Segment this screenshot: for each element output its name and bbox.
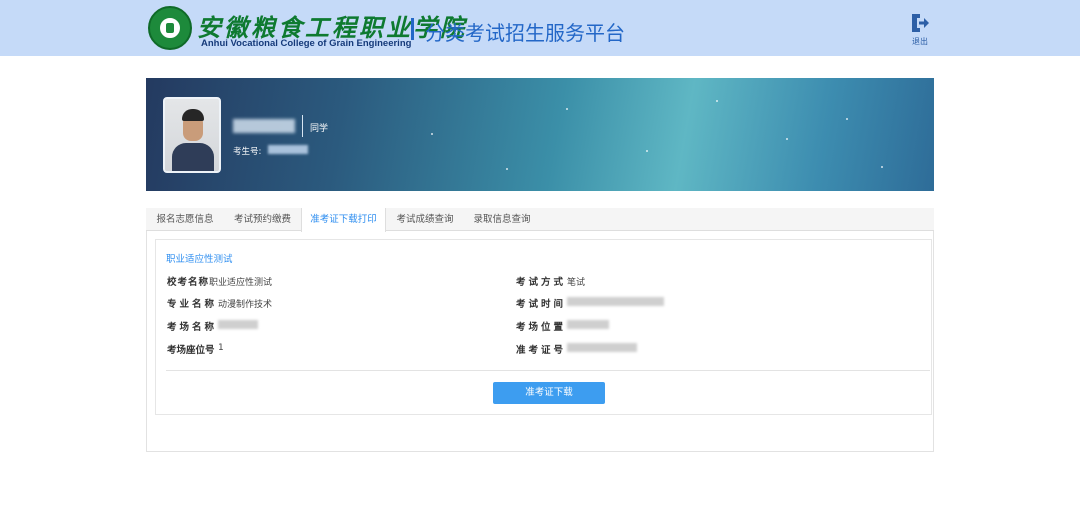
exam-room-redacted	[218, 320, 258, 329]
card-divider	[166, 370, 930, 371]
field-value: 1	[218, 343, 224, 353]
profile-banner	[146, 78, 934, 191]
tab-admission-ticket[interactable]: 准考证下载打印	[301, 208, 386, 232]
header-divider	[411, 18, 414, 40]
name-separator	[302, 115, 303, 137]
tab-registration-info[interactable]: 报名志愿信息	[150, 208, 220, 231]
exam-time-redacted	[567, 297, 664, 306]
field-label: 考场位置	[516, 322, 567, 333]
logout-label: 退出	[912, 37, 928, 46]
field-label: 考场座位号	[167, 345, 215, 356]
field-value: 笔试	[567, 278, 586, 288]
field-label: 专业名称	[167, 299, 218, 310]
ticket-number-redacted	[567, 343, 637, 352]
tab-score-query[interactable]: 考试成绩查询	[389, 208, 461, 231]
field-label: 考试时间	[516, 299, 567, 310]
field-value: 动漫制作技术	[218, 300, 273, 310]
field-value: 职业适应性测试	[209, 278, 273, 288]
student-photo	[163, 97, 221, 173]
section-title: 职业适应性测试	[166, 254, 233, 265]
tab-admission-result[interactable]: 录取信息查询	[466, 208, 538, 231]
student-suffix: 同学	[310, 124, 329, 134]
college-name-en: Anhui Vocational College of Grain Engine…	[201, 38, 412, 49]
exam-location-redacted	[567, 320, 609, 329]
field-label: 准考证号	[516, 345, 567, 356]
exam-number-redacted	[268, 145, 308, 154]
exam-number-label: 考生号:	[233, 147, 262, 157]
logout-icon	[912, 14, 929, 32]
college-logo-icon	[148, 6, 192, 50]
field-label: 考场名称	[167, 322, 218, 333]
tab-exam-booking[interactable]: 考试预约缴费	[225, 208, 300, 231]
field-label: 校考名称	[167, 277, 210, 288]
download-ticket-button[interactable]: 准考证下载	[493, 382, 605, 404]
platform-title: 分类考试招生服务平台	[425, 21, 625, 45]
logout-button[interactable]: 退出	[906, 11, 934, 47]
field-label: 考试方式	[516, 277, 567, 288]
student-name-redacted	[233, 119, 295, 133]
